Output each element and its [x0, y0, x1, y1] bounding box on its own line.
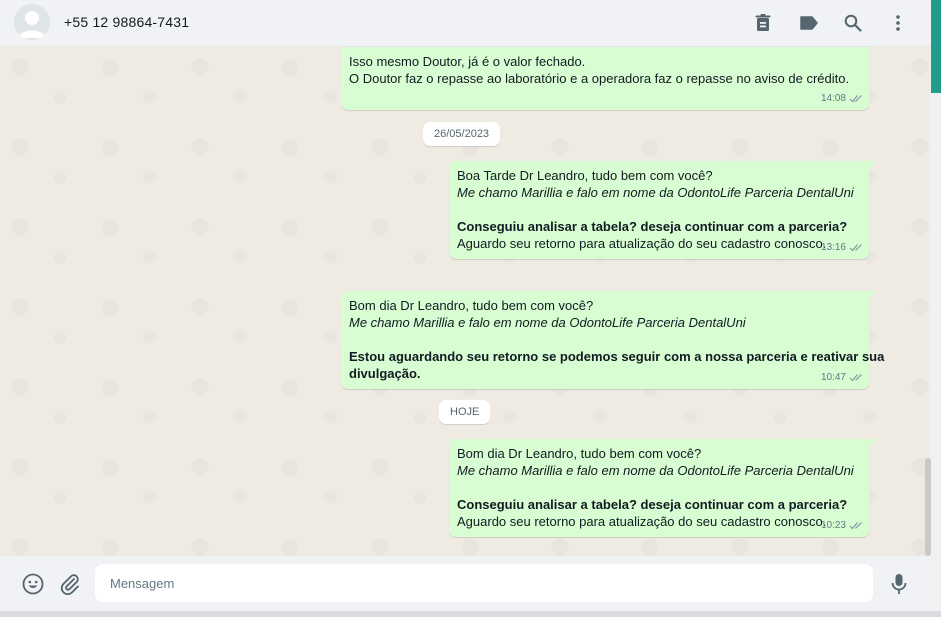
message-meta: 14:08	[821, 90, 863, 107]
message-line: Bom dia Dr Leandro, tudo bem com você?	[457, 446, 702, 461]
message-line: Aguardo seu retorno para atualização do …	[457, 236, 827, 251]
message-meta: 10:47	[821, 369, 863, 386]
double-check-icon	[849, 522, 862, 530]
label-icon[interactable]	[798, 12, 820, 34]
message-line: Isso mesmo Doutor, já é o valor fechado.	[349, 54, 586, 69]
message-line: Conseguiu analisar a tabela? deseja cont…	[457, 497, 848, 512]
message-bubble[interactable]: Bom dia Dr Leandro, tudo bem com você? M…	[449, 439, 876, 537]
bubble-tail	[868, 161, 876, 171]
message-meta: 13:16	[821, 239, 863, 256]
attach-icon[interactable]	[58, 572, 82, 596]
message-bubble[interactable]: Isso mesmo Doutor, já é o valor fechado.…	[341, 47, 869, 110]
message-bubble[interactable]: Bom dia Dr Leandro, tudo bem com você? M…	[341, 291, 885, 389]
emoji-icon[interactable]	[21, 572, 45, 596]
avatar[interactable]	[14, 4, 50, 40]
message-line: divulgação.	[349, 366, 421, 381]
message-line: Bom dia Dr Leandro, tudo bem com você?	[349, 298, 594, 313]
message-line: Me chamo Marillia e falo em nome da Odon…	[349, 315, 746, 330]
page-scrollbar-thumb[interactable]	[931, 0, 941, 93]
message-line: Me chamo Marillia e falo em nome da Odon…	[457, 185, 854, 200]
message-line: Me chamo Marillia e falo em nome da Odon…	[457, 463, 854, 478]
microphone-icon[interactable]	[887, 572, 911, 596]
composer	[0, 556, 930, 611]
double-check-icon	[849, 95, 862, 103]
double-check-icon	[849, 244, 862, 252]
search-icon[interactable]	[842, 12, 864, 34]
message-line: O Doutor faz o repasse ao laboratório e …	[349, 71, 850, 86]
chat-scrollbar-thumb[interactable]	[925, 458, 931, 556]
date-separator: HOJE	[439, 400, 491, 424]
double-check-icon	[849, 374, 862, 382]
message-time: 14:08	[820, 93, 846, 104]
message-time: 13:16	[820, 242, 846, 253]
message-bubble[interactable]: Boa Tarde Dr Leandro, tudo bem com você?…	[449, 161, 876, 259]
message-line: Estou aguardando seu retorno se podemos …	[349, 349, 885, 364]
contact-name[interactable]: +55 12 98864-7431	[64, 14, 189, 30]
delete-icon[interactable]	[752, 12, 774, 34]
bottom-bar	[0, 611, 941, 617]
bubble-tail	[868, 291, 876, 301]
message-time: 10:23	[820, 520, 846, 531]
message-list[interactable]: Isso mesmo Doutor, já é o valor fechado.…	[0, 47, 930, 556]
message-line: Aguardo seu retorno para atualização do …	[457, 514, 827, 529]
date-separator: 26/05/2023	[423, 122, 501, 146]
message-line: Boa Tarde Dr Leandro, tudo bem com você?	[457, 168, 713, 183]
default-avatar-icon	[18, 11, 46, 38]
message-meta: 10:23	[821, 517, 863, 534]
message-time: 10:47	[820, 372, 846, 383]
message-input[interactable]	[95, 564, 873, 602]
menu-icon[interactable]	[887, 12, 909, 34]
bubble-tail	[868, 439, 876, 449]
chat-header: +55 12 98864-7431	[0, 0, 930, 47]
message-line: Conseguiu analisar a tabela? deseja cont…	[457, 219, 848, 234]
